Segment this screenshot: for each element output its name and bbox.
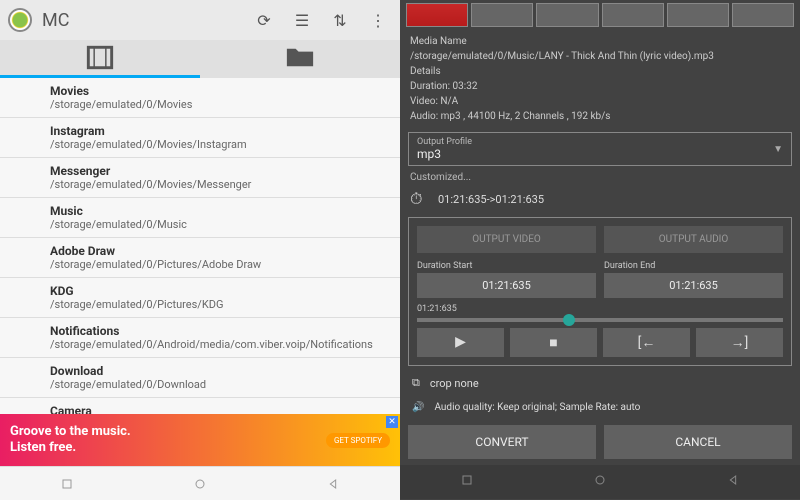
media-path: /storage/emulated/0/Music/LANY - Thick A… bbox=[410, 49, 790, 64]
media-name-label: Media Name bbox=[410, 34, 790, 49]
home-icon[interactable] bbox=[192, 476, 208, 492]
trim-start-button[interactable]: [← bbox=[603, 328, 690, 357]
crop-text: crop none bbox=[430, 377, 479, 390]
convert-button[interactable]: CONVERT bbox=[408, 425, 596, 459]
android-navbar bbox=[0, 466, 400, 500]
customized-label: Customized... bbox=[400, 170, 800, 185]
tabs bbox=[0, 40, 400, 78]
list-icon[interactable]: ☰ bbox=[288, 6, 316, 34]
duration-start-value[interactable]: 01:21:635 bbox=[417, 273, 596, 298]
refresh-icon[interactable]: ⟳ bbox=[250, 6, 278, 34]
sort-icon[interactable]: ⇅ bbox=[326, 6, 354, 34]
clock-icon[interactable]: ⏱ bbox=[410, 189, 430, 209]
list-item[interactable]: Notifications/storage/emulated/0/Android… bbox=[0, 318, 400, 358]
list-item[interactable]: Download/storage/emulated/0/Download bbox=[0, 358, 400, 398]
crop-icon: ⧉ bbox=[412, 376, 420, 390]
time-range-row: ⏱ 01:21:635->01:21:635 bbox=[400, 185, 800, 213]
stop-button[interactable]: ■ bbox=[510, 328, 597, 357]
ad-cta-button[interactable]: GET SPOTIFY bbox=[326, 433, 390, 448]
chevron-down-icon: ▼ bbox=[773, 144, 783, 155]
app-logo-icon bbox=[8, 8, 32, 32]
crop-row[interactable]: ⧉ crop none bbox=[400, 370, 800, 396]
duration-text: Duration: 03:32 bbox=[410, 79, 790, 94]
slider-thumb-icon[interactable] bbox=[563, 314, 575, 326]
seek-slider[interactable] bbox=[417, 318, 783, 322]
back-icon[interactable] bbox=[725, 472, 741, 492]
duration-end-label: Duration End bbox=[604, 261, 783, 271]
duration-start-label: Duration Start bbox=[417, 261, 596, 271]
home-icon[interactable] bbox=[592, 472, 608, 492]
ad-banner[interactable]: Groove to the music. Listen free. GET SP… bbox=[0, 414, 400, 466]
list-item[interactable]: Music/storage/emulated/0/Music bbox=[0, 198, 400, 238]
speaker-icon: 🔊 bbox=[412, 402, 424, 413]
play-button[interactable]: ▶ bbox=[417, 328, 504, 357]
output-video-button[interactable]: OUTPUT VIDEO bbox=[417, 226, 596, 253]
ad-text: Groove to the music. Listen free. bbox=[10, 424, 131, 455]
profile-label: Output Profile bbox=[417, 137, 773, 147]
tab-folder[interactable] bbox=[200, 40, 400, 78]
android-navbar bbox=[400, 465, 800, 499]
thumbnail[interactable] bbox=[602, 3, 664, 27]
video-text: Video: N/A bbox=[410, 94, 790, 109]
duration-end-value[interactable]: 01:21:635 bbox=[604, 273, 783, 298]
tab-video[interactable] bbox=[0, 40, 200, 78]
overflow-icon[interactable]: ⋮ bbox=[364, 6, 392, 34]
app-title: MC bbox=[42, 10, 240, 31]
list-item[interactable]: Camera/storage/emulated/0/DCIM/Camera bbox=[0, 398, 400, 414]
topbar: MC ⟳ ☰ ⇅ ⋮ bbox=[0, 0, 400, 40]
back-icon[interactable] bbox=[325, 476, 341, 492]
thumbnail[interactable] bbox=[406, 3, 468, 27]
list-item[interactable]: Movies/storage/emulated/0/Movies bbox=[0, 78, 400, 118]
list-item[interactable]: KDG/storage/emulated/0/Pictures/KDG bbox=[0, 278, 400, 318]
list-item[interactable]: Adobe Draw/storage/emulated/0/Pictures/A… bbox=[0, 238, 400, 278]
media-info: Media Name /storage/emulated/0/Music/LAN… bbox=[400, 30, 800, 128]
right-phone: Media Name /storage/emulated/0/Music/LAN… bbox=[400, 0, 800, 500]
recent-icon[interactable] bbox=[59, 476, 75, 492]
output-audio-button[interactable]: OUTPUT AUDIO bbox=[604, 226, 783, 253]
list-item[interactable]: Instagram/storage/emulated/0/Movies/Inst… bbox=[0, 118, 400, 158]
list-item[interactable]: Messenger/storage/emulated/0/Movies/Mess… bbox=[0, 158, 400, 198]
audio-quality-row[interactable]: 🔊 Audio quality: Keep original; Sample R… bbox=[400, 396, 800, 419]
seek-slider-row: 01:21:635 bbox=[417, 304, 783, 322]
thumbnail-strip bbox=[400, 0, 800, 30]
audio-text: Audio: mp3 , 44100 Hz, 2 Channels , 192 … bbox=[410, 109, 790, 124]
control-panel: OUTPUT VIDEO OUTPUT AUDIO Duration Start… bbox=[408, 217, 792, 366]
audio-quality-text: Audio quality: Keep original; Sample Rat… bbox=[434, 402, 640, 413]
thumbnail[interactable] bbox=[667, 3, 729, 27]
trim-end-button[interactable]: →] bbox=[696, 328, 783, 357]
folder-icon bbox=[200, 40, 400, 75]
film-icon bbox=[0, 40, 200, 75]
cancel-button[interactable]: CANCEL bbox=[604, 425, 792, 459]
profile-value: mp3 bbox=[417, 147, 773, 161]
ad-close-icon[interactable]: ✕ bbox=[386, 416, 398, 428]
recent-icon[interactable] bbox=[459, 472, 475, 492]
thumbnail[interactable] bbox=[471, 3, 533, 27]
thumbnail[interactable] bbox=[536, 3, 598, 27]
details-label: Details bbox=[410, 64, 790, 79]
slider-time: 01:21:635 bbox=[417, 304, 783, 314]
thumbnail[interactable] bbox=[732, 3, 794, 27]
output-profile-dropdown[interactable]: Output Profile mp3 ▼ bbox=[408, 132, 792, 166]
left-phone: MC ⟳ ☰ ⇅ ⋮ Movies/storage/emulated/0/Mov… bbox=[0, 0, 400, 500]
time-range-text: 01:21:635->01:21:635 bbox=[438, 193, 544, 206]
folder-list[interactable]: Movies/storage/emulated/0/Movies Instagr… bbox=[0, 78, 400, 414]
